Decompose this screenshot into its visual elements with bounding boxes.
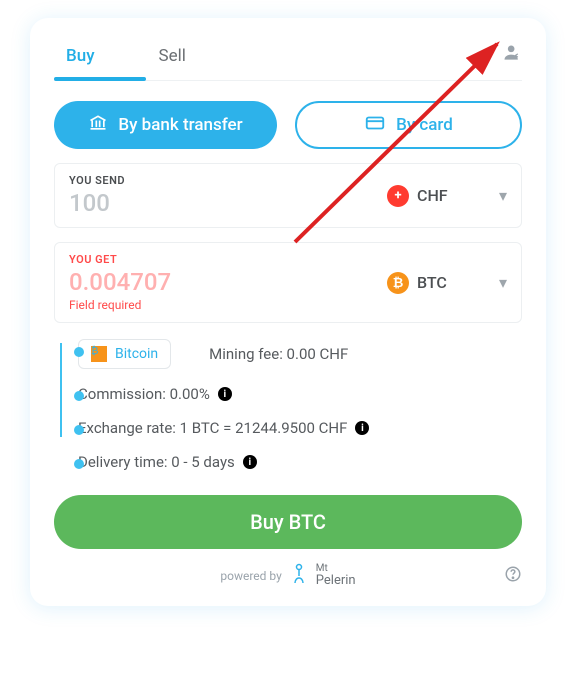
bank-icon	[88, 113, 108, 138]
mining-fee: Mining fee: 0.00 CHF	[209, 345, 348, 363]
coin-chip-label: Bitcoin	[115, 346, 158, 362]
chevron-down-icon: ▾	[499, 186, 507, 205]
timeline-dot	[74, 347, 84, 357]
widget-card: Buy Sell By bank transfer By card YOU SE…	[30, 18, 546, 606]
get-row: YOU GET 0.004707 Field required ₿ BTC ▾	[54, 242, 522, 323]
chevron-down-icon: ▾	[499, 273, 507, 292]
info-icon[interactable]: i	[355, 421, 369, 435]
card-label: By card	[396, 115, 453, 135]
help-icon[interactable]	[504, 565, 522, 586]
send-label: YOU SEND	[69, 174, 387, 187]
send-input[interactable]: 100	[69, 189, 387, 217]
get-label: YOU GET	[69, 253, 387, 266]
brand-logo-icon	[292, 563, 306, 588]
tab-sell[interactable]: Sell	[147, 36, 198, 80]
get-currency-code: BTC	[417, 273, 447, 292]
get-input[interactable]: 0.004707	[69, 268, 387, 296]
commission-text: Commission: 0.00%	[78, 385, 210, 403]
powered-by-text: powered by	[220, 569, 281, 583]
details: ₿ Bitcoin Mining fee: 0.00 CHF Commissio…	[54, 337, 522, 479]
footer: powered by Mt Pelerin	[54, 563, 522, 588]
btc-icon: ₿	[91, 346, 107, 362]
tab-buy[interactable]: Buy	[54, 36, 107, 80]
send-currency-selector[interactable]: + CHF ▾	[387, 185, 507, 207]
info-icon[interactable]: i	[243, 455, 257, 469]
tab-indicator	[54, 77, 146, 81]
bank-transfer-label: By bank transfer	[118, 115, 242, 135]
get-error: Field required	[69, 298, 387, 312]
btc-icon: ₿	[387, 272, 409, 294]
payment-methods: By bank transfer By card	[54, 101, 522, 149]
coin-chip[interactable]: ₿ Bitcoin	[78, 339, 171, 369]
timeline-dot	[74, 425, 84, 435]
send-currency-code: CHF	[417, 186, 448, 205]
send-row: YOU SEND 100 + CHF ▾	[54, 163, 522, 228]
bank-transfer-button[interactable]: By bank transfer	[54, 101, 277, 149]
delivery-text: Delivery time: 0 - 5 days	[78, 453, 235, 471]
card-icon	[364, 112, 386, 139]
brand-bottom: Pelerin	[316, 573, 356, 588]
card-button[interactable]: By card	[295, 101, 522, 149]
rate-text: Exchange rate: 1 BTC = 21244.9500 CHF	[78, 419, 347, 437]
info-icon[interactable]: i	[218, 387, 232, 401]
get-currency-selector[interactable]: ₿ BTC ▾	[387, 272, 507, 294]
timeline-line	[60, 343, 62, 437]
tabs: Buy Sell	[54, 36, 522, 81]
account-icon[interactable]	[502, 37, 522, 79]
chf-icon: +	[387, 185, 409, 207]
timeline-dot	[74, 391, 84, 401]
buy-button[interactable]: Buy BTC	[54, 495, 522, 549]
timeline-dot	[74, 459, 84, 469]
